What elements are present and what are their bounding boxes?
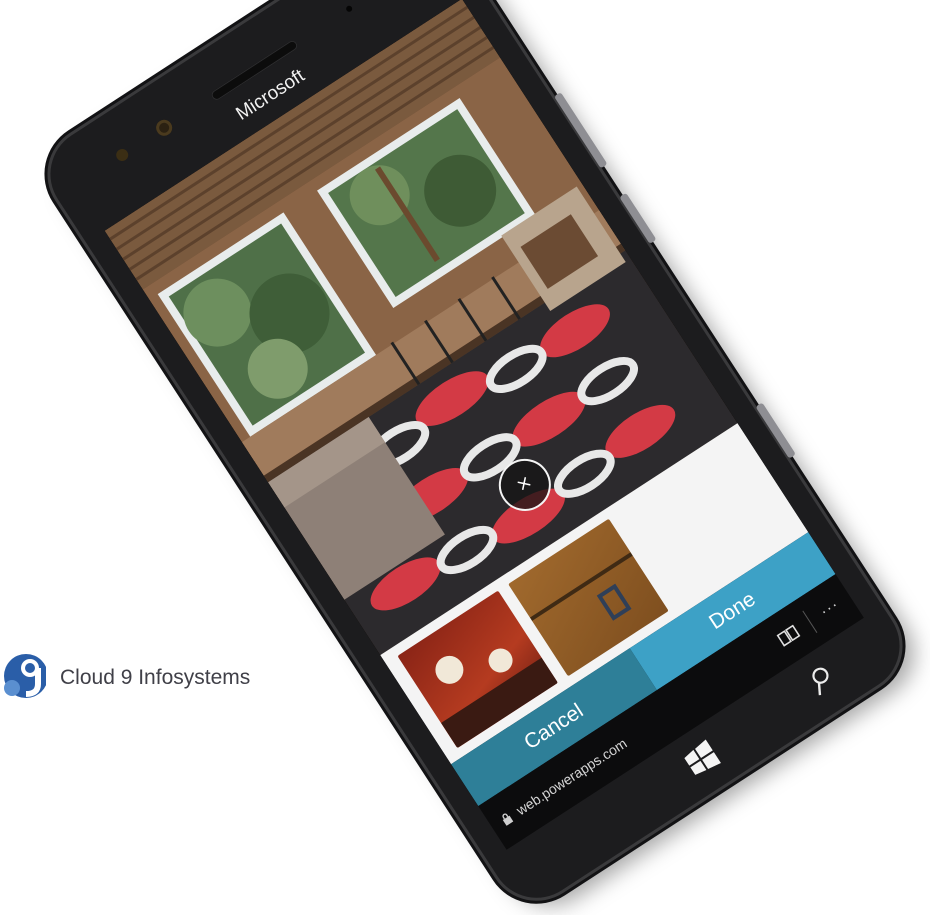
back-button[interactable] [571,830,593,844]
phone-composition: Microsoft × Cancel Done web.powerapps.co… [0,0,930,915]
power-button [619,192,657,245]
search-icon[interactable] [802,662,840,701]
company-name: Cloud 9 Infosystems [60,666,251,689]
phone-device: Microsoft × Cancel Done web.powerapps.co… [32,0,918,915]
windows-icon[interactable] [681,738,722,779]
cloud-logo-icon [4,654,46,698]
company-logo: Cloud 9 Infosystems [0,650,259,706]
lock-icon [502,813,514,826]
front-camera-icon [153,116,176,139]
more-icon[interactable]: ··· [817,596,843,621]
close-icon: × [511,470,537,497]
sensor-icon [113,146,131,164]
camera-shutter-button [755,402,796,459]
proximity-sensor-icon [345,4,354,13]
toolbar-divider [802,610,818,633]
